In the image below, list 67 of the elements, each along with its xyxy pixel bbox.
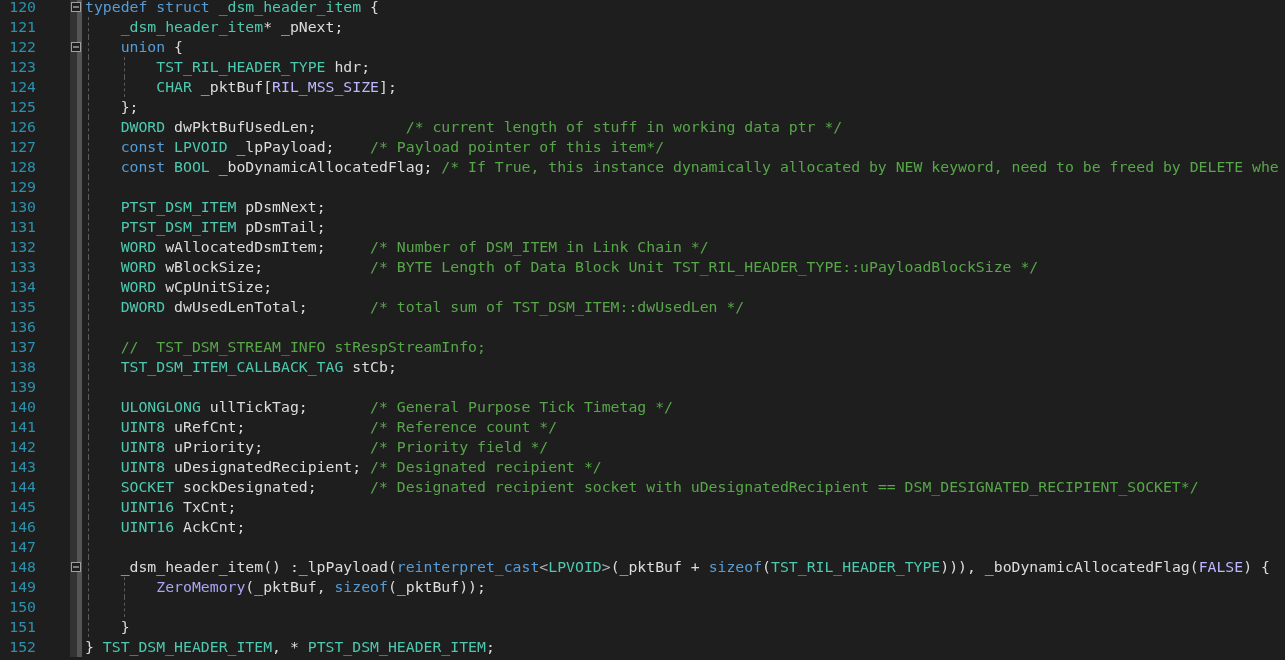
code-line: ULONGLONG ullTickTag; /* General Purpose Tick Timetag */: [119, 398, 673, 415]
minus-icon: [73, 4, 79, 10]
line-number: 129: [9, 177, 36, 197]
line-number: 130: [9, 197, 36, 217]
code-line: UINT8 uPriority; /* Priority field */: [119, 438, 549, 455]
code-line: WORD wAllocatedDsmItem; /* Number of DSM_ITEM in Link Chain */: [119, 238, 709, 255]
line-number: 147: [9, 537, 36, 557]
minus-icon: [73, 564, 79, 570]
line-number: 127: [9, 137, 36, 157]
code-line: };: [119, 98, 139, 115]
code-line: ZeroMemory(_pktBuf, sizeof(_pktBuf));: [155, 578, 486, 595]
fold-toggle[interactable]: [71, 42, 81, 52]
code-line: UINT8 uDesignatedRecipient; /* Designated recipient */: [119, 458, 602, 475]
line-number: 144: [9, 477, 36, 497]
line-number: 134: [9, 277, 36, 297]
code-line: DWORD dwPktBufUsedLen; /* current length of stuff in working data ptr */: [119, 118, 843, 135]
minus-icon: [73, 44, 79, 50]
code-line: CHAR _pktBuf[RIL_MSS_SIZE];: [155, 78, 397, 95]
code-line: typedef struct _dsm_header_item {: [85, 0, 379, 15]
line-number: 133: [9, 257, 36, 277]
line-number: 151: [9, 617, 36, 637]
line-number: 123: [9, 57, 36, 77]
line-number: 148: [9, 557, 36, 577]
line-number: 137: [9, 337, 36, 357]
line-number: 138: [9, 357, 36, 377]
line-number: 152: [9, 637, 36, 657]
code-line: TST_DSM_ITEM_CALLBACK_TAG stCb;: [119, 358, 397, 375]
code-line: _dsm_header_item* _pNext;: [119, 18, 344, 35]
code-line: DWORD dwUsedLenTotal; /* total sum of TST_DSM_ITEM::dwUsedLen */: [119, 298, 745, 315]
line-number: 120: [9, 0, 36, 17]
code-line: const LPVOID _lpPayload; /* Payload pointer of this item*/: [119, 138, 665, 155]
line-number: 136: [9, 317, 36, 337]
line-number: 145: [9, 497, 36, 517]
code-line: PTST_DSM_ITEM pDsmNext;: [119, 198, 326, 215]
line-number: 125: [9, 97, 36, 117]
line-number: 126: [9, 117, 36, 137]
line-number: 149: [9, 577, 36, 597]
code-line: const BOOL _boDynamicAllocatedFlag; /* If True, this instance dynamically allocated by NEW keyword, need to be freed by DELETE whe: [119, 158, 1279, 175]
code-line: _dsm_header_item() :_lpPayload(reinterpret_cast<LPVOID>(_pktBuf + sizeof(TST_RIL_HEADER_TYPE))), _boDynamicAllocatedFlag(FALSE) {: [119, 558, 1270, 575]
code-line: UINT16 AckCnt;: [119, 518, 246, 535]
code-line: }: [119, 618, 130, 635]
line-number: 143: [9, 457, 36, 477]
code-line: UINT16 TxCnt;: [119, 498, 237, 515]
code-line: SOCKET sockDesignated; /* Designated recipient socket with uDesignatedRecipient == DSM_DESIGNATED_RECIPIENT_SOCKET*/: [119, 478, 1199, 495]
code-line: TST_RIL_HEADER_TYPE hdr;: [155, 58, 371, 75]
line-number: 150: [9, 597, 36, 617]
line-number: 135: [9, 297, 36, 317]
code-line: // TST_DSM_STREAM_INFO stRespStreamInfo;: [119, 338, 486, 355]
line-number: 122: [9, 37, 36, 57]
fold-toggle[interactable]: [71, 2, 81, 12]
line-number: 131: [9, 217, 36, 237]
line-number: 124: [9, 77, 36, 97]
line-number: 132: [9, 237, 36, 257]
line-number: 142: [9, 437, 36, 457]
line-number: 146: [9, 517, 36, 537]
line-number: 140: [9, 397, 36, 417]
code-line: } TST_DSM_HEADER_ITEM, * PTST_DSM_HEADER_ITEM;: [85, 638, 495, 655]
line-number: 128: [9, 157, 36, 177]
line-number: 139: [9, 377, 36, 397]
code-line: UINT8 uRefCnt; /* Reference count */: [119, 418, 558, 435]
line-number: 141: [9, 417, 36, 437]
code-line: union {: [119, 38, 183, 55]
code-line: WORD wCpUnitSize;: [119, 278, 273, 295]
fold-toggle[interactable]: [71, 562, 81, 572]
code-line: PTST_DSM_ITEM pDsmTail;: [119, 218, 326, 235]
code-line: WORD wBlockSize; /* BYTE Length of Data Block Unit TST_RIL_HEADER_TYPE::uPayloadBlockSize */: [119, 258, 1039, 275]
line-number: 121: [9, 17, 36, 37]
